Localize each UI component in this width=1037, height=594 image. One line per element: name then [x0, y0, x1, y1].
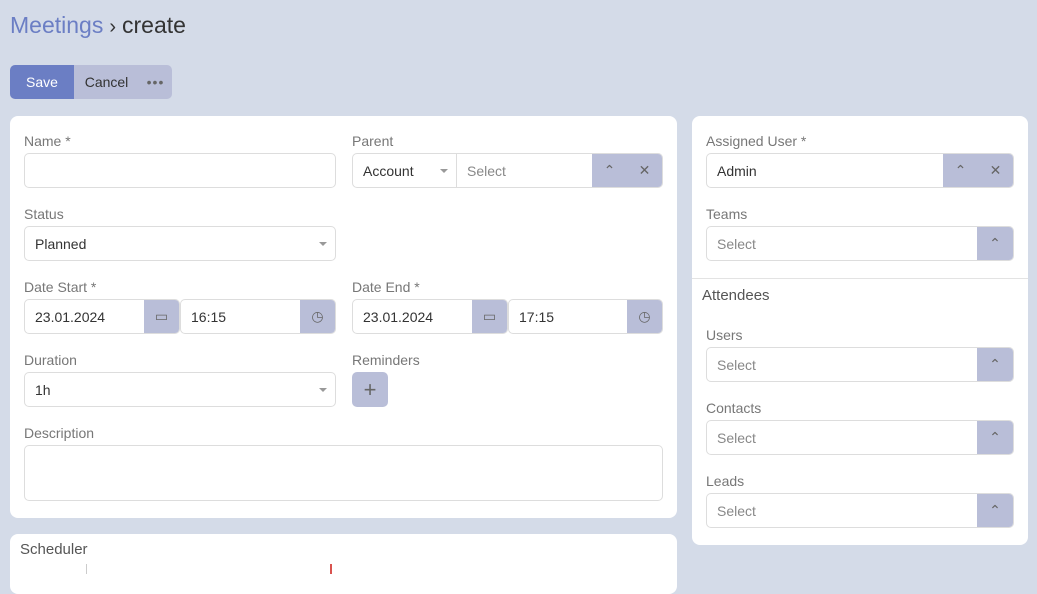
more-actions-button[interactable]: •••	[139, 65, 172, 99]
chevron-up-icon[interactable]: ⌃	[977, 494, 1013, 527]
contacts-field[interactable]: Select ⌃	[706, 420, 1014, 455]
date-end-input[interactable]: 23.01.2024 ▭	[352, 299, 508, 334]
leads-label: Leads	[706, 473, 745, 489]
cancel-button[interactable]: Cancel	[74, 65, 139, 99]
teams-field[interactable]: Select ⌃	[706, 226, 1014, 261]
parent-label: Parent	[352, 133, 394, 149]
chevron-up-icon: ⌃	[603, 162, 616, 178]
scheduler-gridline	[86, 564, 87, 574]
status-select[interactable]: Planned	[24, 226, 336, 261]
main-panel: Name * Parent Account Select ⌃ ✕ Status …	[10, 116, 677, 518]
scheduler-panel: Scheduler	[10, 534, 677, 594]
assigned-user-label: Assigned User *	[706, 133, 807, 149]
chevron-down-icon	[319, 388, 327, 392]
side-panel: Assigned User * Admin ⌃ ✕ Teams Select ⌃ At…	[692, 116, 1028, 545]
chevron-up-icon[interactable]: ⌃	[977, 421, 1013, 454]
description-label: Description	[24, 425, 95, 441]
chevron-up-icon[interactable]: ⌃	[977, 348, 1013, 381]
contacts-label: Contacts	[706, 400, 762, 416]
parent-clear-button[interactable]: ✕	[627, 154, 662, 187]
clock-icon[interactable]: ◷	[627, 300, 662, 333]
name-label: Name *	[24, 133, 71, 149]
duration-select[interactable]: 1h	[24, 372, 336, 407]
breadcrumb: Meetings › create	[10, 12, 186, 39]
teams-label: Teams	[706, 206, 748, 222]
date-start-label: Date Start *	[24, 279, 97, 295]
scheduler-now-marker	[330, 564, 332, 574]
users-field[interactable]: Select ⌃	[706, 347, 1014, 382]
time-start-input[interactable]: 16:15 ◷	[180, 299, 336, 334]
parent-field: Account Select ⌃ ✕	[352, 153, 663, 188]
status-label: Status	[24, 206, 64, 222]
close-icon[interactable]: ✕	[978, 154, 1013, 187]
parent-type-select[interactable]: Account	[353, 154, 457, 187]
chevron-up-icon[interactable]: ⌃	[943, 154, 978, 187]
users-label: Users	[706, 327, 743, 343]
clock-icon[interactable]: ◷	[300, 300, 335, 333]
chevron-up-icon[interactable]: ⌃	[977, 227, 1013, 260]
toolbar: Save Cancel •••	[10, 65, 172, 99]
name-input[interactable]	[24, 153, 336, 188]
page-title: create	[122, 12, 186, 38]
scheduler-title: Scheduler	[20, 541, 88, 558]
parent-select-button[interactable]: ⌃	[592, 154, 627, 187]
reminders-label: Reminders	[352, 352, 420, 368]
date-start-input[interactable]: 23.01.2024 ▭	[24, 299, 180, 334]
parent-input[interactable]: Select	[457, 163, 592, 179]
save-button[interactable]: Save	[10, 65, 74, 99]
leads-field[interactable]: Select ⌃	[706, 493, 1014, 528]
date-end-label: Date End *	[352, 279, 420, 295]
duration-label: Duration	[24, 352, 77, 368]
close-icon: ✕	[638, 162, 651, 178]
add-reminder-button[interactable]: +	[352, 372, 388, 407]
assigned-user-field[interactable]: Admin ⌃ ✕	[706, 153, 1014, 188]
attendees-title: Attendees	[702, 287, 770, 304]
time-end-input[interactable]: 17:15 ◷	[508, 299, 663, 334]
chevron-down-icon	[440, 169, 448, 173]
breadcrumb-separator: ›	[109, 16, 116, 38]
breadcrumb-meetings-link[interactable]: Meetings	[10, 12, 103, 38]
divider	[692, 278, 1028, 279]
calendar-icon[interactable]: ▭	[472, 300, 507, 333]
chevron-down-icon	[319, 242, 327, 246]
plus-icon: +	[363, 376, 377, 402]
description-textarea[interactable]	[24, 445, 663, 501]
calendar-icon[interactable]: ▭	[144, 300, 179, 333]
